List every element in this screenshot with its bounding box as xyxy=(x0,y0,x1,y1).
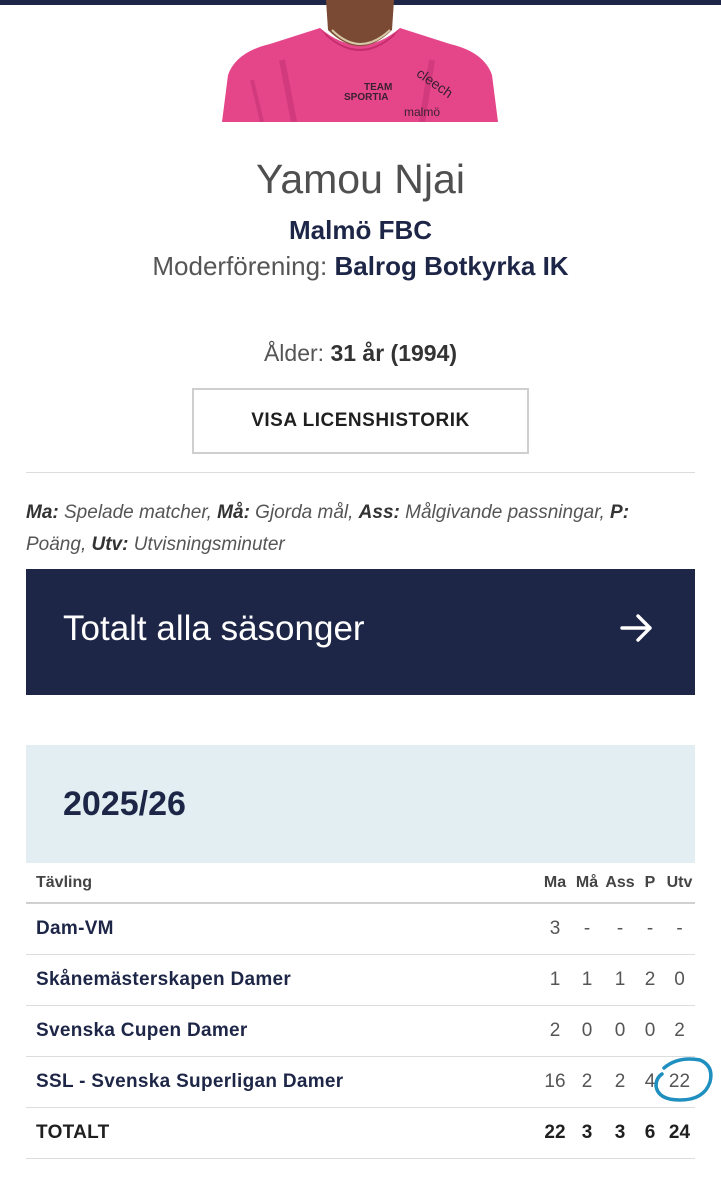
cell-p: 2 xyxy=(644,969,656,990)
season-label: 2025/26 xyxy=(63,785,186,823)
competition-name: Dam-VM xyxy=(36,918,114,939)
header-ma2: Må xyxy=(575,873,599,891)
legend-p-text: Poäng, xyxy=(26,534,92,555)
season-header: 2025/26 xyxy=(26,745,695,863)
cell-ma: 16 xyxy=(544,1071,566,1092)
legend-p-key: P: xyxy=(610,502,630,523)
table-header-row: Tävling Ma Må Ass P Utv xyxy=(26,863,695,903)
cell-ma2: - xyxy=(583,918,591,939)
legend-ma-text: Spelade matcher, xyxy=(58,502,218,523)
home-club-row: Moderförening: Balrog Botkyrka IK xyxy=(0,251,721,282)
license-history-button[interactable]: VISA LICENSHISTORIK xyxy=(192,388,529,454)
player-club-link[interactable]: Malmö FBC xyxy=(0,215,721,246)
header-p: P xyxy=(644,873,656,891)
cell-p: 4 xyxy=(644,1071,656,1092)
cell-utv: 2 xyxy=(674,1020,685,1041)
legend-utv-text: Utvisningsminuter xyxy=(128,534,285,555)
stats-legend: Ma: Spelade matcher, Må: Gjorda mål, Ass… xyxy=(26,497,656,561)
cell-ass: 1 xyxy=(614,969,626,990)
competition-name: Svenska Cupen Damer xyxy=(36,1020,248,1041)
age-value: 31 år (1994) xyxy=(330,340,458,366)
age-label: Ålder: xyxy=(263,340,325,366)
arrow-right-icon xyxy=(616,609,656,649)
divider xyxy=(26,472,695,473)
total-all-seasons-label: Totalt alla säsonger xyxy=(63,609,365,648)
table-row[interactable]: Svenska Cupen Damer 2 0 0 0 2 xyxy=(26,1006,695,1057)
total-ma: 22 xyxy=(544,1122,566,1143)
legend-ma-key: Ma: xyxy=(26,502,59,523)
competition-name: Skånemästerskapen Damer xyxy=(36,969,292,990)
cell-ma: 3 xyxy=(549,918,561,939)
season-stats-table: Tävling Ma Må Ass P Utv Dam-VM 3 - - - -… xyxy=(26,863,695,1159)
cell-ma2: 2 xyxy=(581,1071,593,1092)
header-utv: Utv xyxy=(666,873,693,891)
competition-name: SSL - Svenska Superligan Damer xyxy=(36,1071,344,1092)
cell-utv: 22 xyxy=(668,1071,691,1092)
shirt-text-sportia: SPORTIA xyxy=(344,92,388,103)
table-total-row: TOTALT 22 3 3 6 24 xyxy=(26,1108,695,1159)
legend-ma2-text: Gjorda mål, xyxy=(249,502,359,523)
total-ma2: 3 xyxy=(581,1122,593,1143)
table-row[interactable]: Skånemästerskapen Damer 1 1 1 2 0 xyxy=(26,955,695,1006)
cell-ma: 2 xyxy=(549,1020,561,1041)
cell-p: - xyxy=(646,918,654,939)
cell-ass: - xyxy=(616,918,624,939)
cell-ass: 2 xyxy=(614,1071,626,1092)
home-club-link[interactable]: Balrog Botkyrka IK xyxy=(335,251,569,281)
cell-utv: - xyxy=(676,918,683,939)
legend-ass-text: Målgivande passningar, xyxy=(399,502,611,523)
total-all-seasons-link[interactable]: Totalt alla säsonger xyxy=(26,569,695,695)
total-utv: 24 xyxy=(668,1122,691,1143)
total-ass: 3 xyxy=(614,1122,626,1143)
cell-utv: 0 xyxy=(674,969,685,990)
cell-p: 0 xyxy=(644,1020,656,1041)
cell-ma2: 0 xyxy=(581,1020,593,1041)
legend-ma2-key: Må: xyxy=(217,502,250,523)
header-ass: Ass xyxy=(605,873,635,891)
cell-ma2: 1 xyxy=(581,969,593,990)
total-p: 6 xyxy=(644,1122,656,1143)
legend-ass-key: Ass: xyxy=(358,502,400,523)
cell-ma: 1 xyxy=(549,969,561,990)
age-row: Ålder: 31 år (1994) xyxy=(0,340,721,367)
legend-utv-key: Utv: xyxy=(91,534,129,555)
cell-ass: 0 xyxy=(614,1020,626,1041)
header-ma: Ma xyxy=(543,873,567,891)
player-photo: TEAM SPORTIA cleech malmö xyxy=(222,0,498,122)
shirt-text-malmo: malmö xyxy=(404,105,440,119)
header-competition: Tävling xyxy=(36,873,93,891)
table-row[interactable]: SSL - Svenska Superligan Damer 16 2 2 4 … xyxy=(26,1057,695,1108)
home-club-label: Moderförening: xyxy=(152,251,328,281)
player-name: Yamou Njai xyxy=(256,156,465,202)
table-row[interactable]: Dam-VM 3 - - - - xyxy=(26,903,695,955)
total-label: TOTALT xyxy=(36,1122,110,1143)
